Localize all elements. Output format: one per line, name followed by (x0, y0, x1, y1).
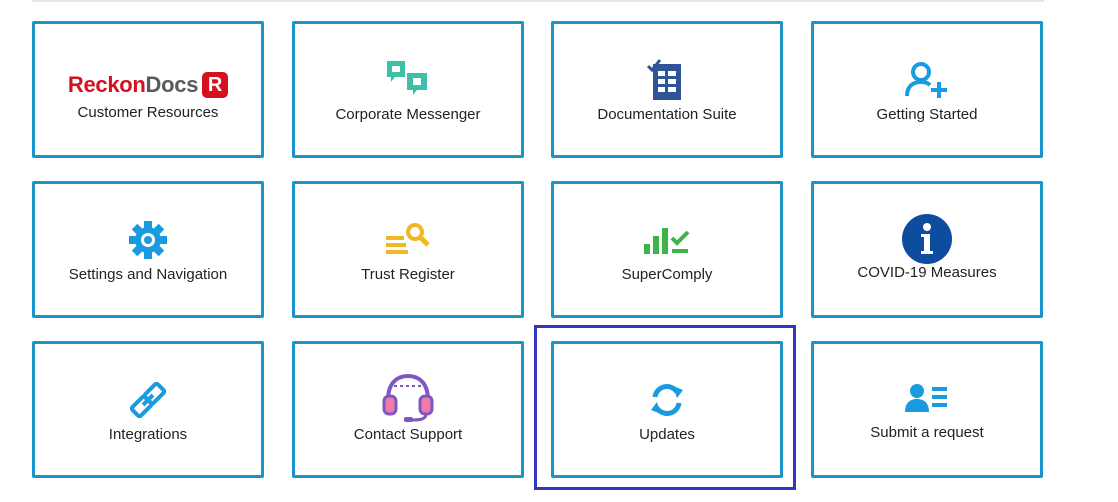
tile-label: Documentation Suite (597, 106, 737, 123)
tile-customer-resources[interactable]: Reckon Docs R Customer Resources (32, 21, 264, 158)
chart-check-icon (554, 219, 780, 261)
tile-label: Corporate Messenger (335, 106, 481, 123)
tile-updates[interactable]: Updates (551, 341, 783, 478)
gear-icon (35, 219, 261, 261)
info-icon (814, 212, 1040, 266)
tile-contact-support[interactable]: Contact Support (292, 341, 524, 478)
reckondocs-logo: Reckon Docs R (35, 64, 261, 106)
add-user-icon (814, 59, 1040, 101)
search-list-icon (295, 219, 521, 261)
tile-submit-request[interactable]: Submit a request (811, 341, 1043, 478)
tile-trust-register[interactable]: Trust Register (292, 181, 524, 318)
brand-word-docs: Docs (145, 72, 199, 97)
tile-covid-measures[interactable]: COVID-19 Measures (811, 181, 1043, 318)
tile-label: Customer Resources (77, 104, 219, 121)
tile-label: Settings and Navigation (68, 266, 228, 283)
document-check-icon (554, 59, 780, 101)
tile-corporate-messenger[interactable]: Corporate Messenger (292, 21, 524, 158)
tile-label: Getting Started (876, 106, 978, 123)
tile-getting-started[interactable]: Getting Started (811, 21, 1043, 158)
chat-bubbles-icon (295, 59, 521, 101)
brand-word-reckon: Reckon (67, 72, 146, 97)
tile-label: Trust Register (361, 266, 455, 283)
tile-settings-navigation[interactable]: Settings and Navigation (32, 181, 264, 318)
tile-label: Submit a request (870, 424, 984, 441)
tile-integrations[interactable]: Integrations (32, 341, 264, 478)
tile-supercomply[interactable]: SuperComply (551, 181, 783, 318)
headset-icon (295, 372, 521, 422)
tile-label: Integrations (108, 426, 188, 443)
tile-label: Updates (639, 426, 695, 443)
tile-label: Contact Support (353, 426, 463, 443)
tile-label: SuperComply (621, 266, 713, 283)
user-list-icon (814, 378, 1040, 420)
tile-documentation-suite[interactable]: Documentation Suite (551, 21, 783, 158)
link-icon (35, 379, 261, 421)
tile-label: COVID-19 Measures (857, 264, 997, 281)
brand-badge: R (202, 72, 229, 98)
top-divider (32, 0, 1044, 2)
refresh-icon (554, 379, 780, 421)
